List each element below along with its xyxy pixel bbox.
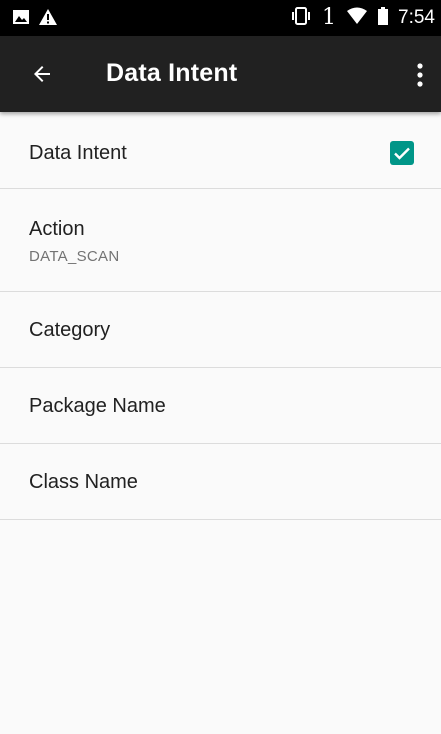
status-time: 7:54 [398, 7, 435, 28]
arrow-left-icon[interactable] [30, 62, 54, 86]
image-icon [12, 8, 30, 31]
class-name-label: Class Name [29, 471, 138, 493]
settings-list: Data Intent Action DATA_SCAN Category Pa… [0, 112, 441, 520]
action-summary: DATA_SCAN [29, 248, 120, 265]
status-bar: 1 7:54 [0, 0, 441, 36]
package-name-row[interactable]: Package Name [0, 368, 441, 444]
data-intent-label: Data Intent [29, 142, 127, 164]
class-name-row[interactable]: Class Name [0, 444, 441, 520]
vibrate-icon [290, 6, 312, 30]
system-icons: 1 7:54 [290, 4, 435, 32]
action-row[interactable]: Action DATA_SCAN [0, 189, 441, 292]
app-toolbar: Data Intent [0, 36, 441, 112]
page-title: Data Intent [106, 59, 238, 87]
action-label: Action [29, 218, 85, 240]
data-intent-row[interactable]: Data Intent [0, 112, 441, 189]
battery-icon [378, 6, 389, 30]
more-vertical-icon[interactable] [415, 62, 425, 88]
warning-icon [38, 8, 58, 31]
data-intent-checkbox[interactable] [390, 141, 414, 165]
package-name-label: Package Name [29, 395, 166, 417]
check-icon [394, 147, 410, 160]
sim-slot-label: 1 [322, 5, 337, 30]
notification-icons [12, 8, 58, 31]
category-label: Category [29, 319, 111, 341]
category-row[interactable]: Category [0, 292, 441, 368]
wifi-icon [346, 7, 368, 30]
